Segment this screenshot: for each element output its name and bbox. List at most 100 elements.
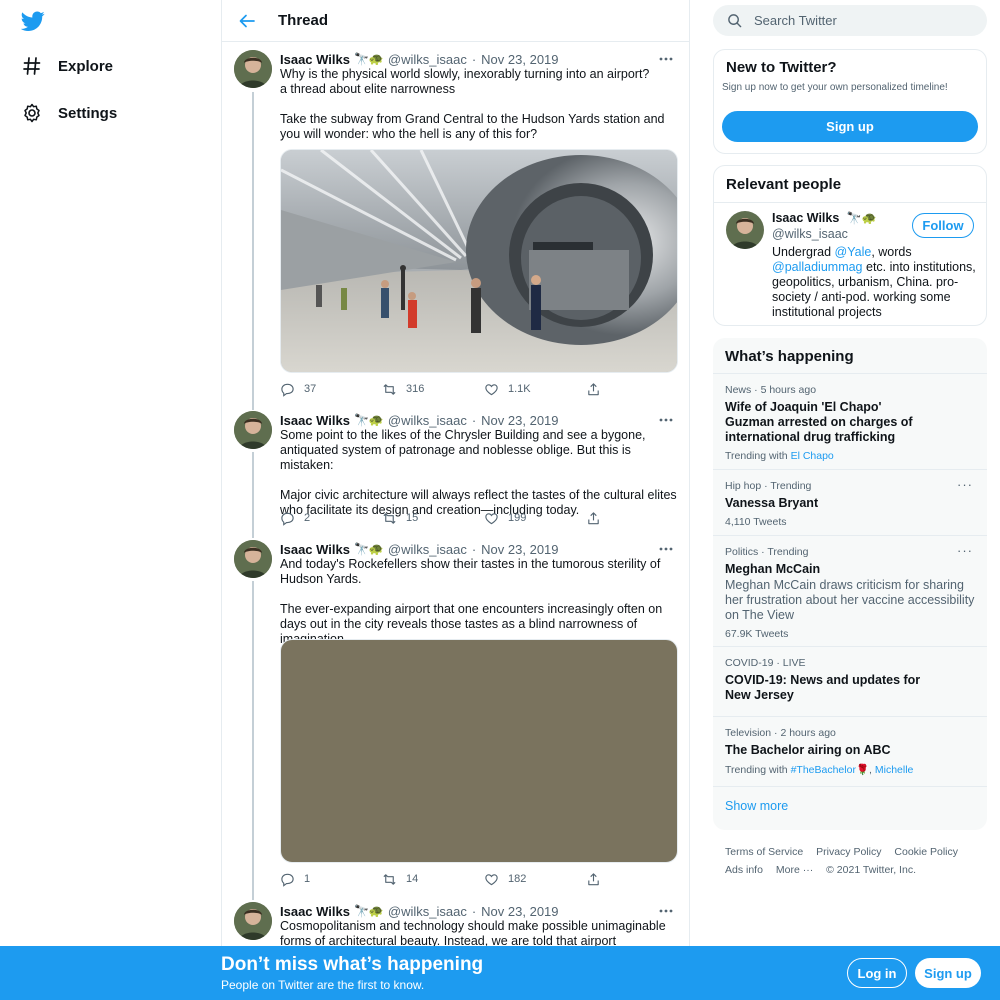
main-column: Thread Isaac Wilks 🔭🐢 @wilks_isaac · Nov…	[221, 0, 690, 1000]
tweet-date[interactable]: Nov 23, 2019	[481, 904, 558, 919]
more-icon[interactable]: ···	[957, 477, 973, 492]
footer-link-cookie[interactable]: Cookie Policy	[894, 846, 958, 858]
reply-button[interactable]: 1	[280, 872, 382, 887]
tweet[interactable]: Isaac Wilks 🔭🐢 @wilks_isaac · Nov 23, 20…	[222, 540, 689, 890]
like-count: 1.1K	[508, 383, 531, 395]
like-button[interactable]: 1.1K	[484, 382, 586, 397]
reply-icon	[281, 512, 294, 526]
avatar[interactable]	[726, 211, 764, 249]
more-icon[interactable]: ···	[957, 543, 973, 558]
share-button[interactable]	[586, 872, 616, 887]
more-icon[interactable]	[657, 540, 675, 558]
like-button[interactable]: 182	[484, 872, 586, 887]
tweet[interactable]: Isaac Wilks 🔭🐢 @wilks_isaac · Nov 23, 20…	[222, 411, 689, 531]
left-nav: Explore Settings	[0, 0, 222, 1000]
footer-link-terms[interactable]: Terms of Service	[725, 846, 803, 858]
trend-item[interactable]: Television · 2 hours ago The Bachelor ai…	[713, 716, 987, 786]
tweet-photo-placeholder[interactable]	[280, 639, 678, 863]
author-handle[interactable]: @wilks_isaac	[388, 52, 467, 67]
signup-card-title: New to Twitter?	[726, 59, 837, 76]
reply-button[interactable]: 37	[280, 382, 382, 397]
author-name[interactable]: Isaac Wilks	[280, 542, 350, 557]
avatar[interactable]	[234, 411, 272, 449]
bio-mention-link[interactable]: @palladiummag	[772, 260, 863, 274]
avatar[interactable]	[234, 902, 272, 940]
author-name[interactable]: Isaac Wilks	[280, 413, 350, 428]
nav-item-explore[interactable]: Explore	[22, 56, 113, 76]
author-name[interactable]: Isaac Wilks	[280, 904, 350, 919]
tweet-paragraph: And today's Rockefellers show their tast…	[280, 557, 661, 586]
retweet-button[interactable]: 316	[382, 382, 484, 397]
tweet-date[interactable]: Nov 23, 2019	[481, 413, 558, 428]
gear-icon	[22, 103, 42, 123]
author-handle[interactable]: @wilks_isaac	[388, 542, 467, 557]
trend-link[interactable]: El Chapo	[791, 450, 834, 462]
back-arrow-icon[interactable]	[238, 12, 256, 30]
trend-link[interactable]: Michelle	[875, 764, 914, 776]
footer-link-privacy[interactable]: Privacy Policy	[816, 846, 881, 858]
relevant-person[interactable]: Isaac Wilks 🔭🐢 @wilks_isaac Follow Under…	[714, 202, 986, 322]
trend-item[interactable]: Hip hop · Trending Vanessa Bryant 4,110 …	[713, 469, 987, 535]
separator-dot: ·	[471, 903, 477, 919]
person-bio: Undergrad @Yale, words @palladiummag etc…	[772, 245, 976, 320]
share-icon	[588, 511, 599, 524]
retweet-button[interactable]: 14	[382, 872, 484, 887]
tweet-date[interactable]: Nov 23, 2019	[481, 542, 558, 557]
heart-icon	[485, 873, 498, 885]
twitter-logo-icon[interactable]	[20, 9, 45, 33]
heart-icon	[485, 512, 498, 524]
person-emoji: 🔭🐢	[846, 211, 877, 225]
more-icon[interactable]	[657, 411, 675, 429]
nav-item-settings[interactable]: Settings	[22, 103, 117, 123]
footer-link-more[interactable]: More ···	[776, 864, 813, 876]
footer-links: Terms of Service Privacy Policy Cookie P…	[725, 843, 987, 879]
tweet-paragraph: Cosmopolitanism and technology should ma…	[280, 919, 666, 946]
person-name[interactable]: Isaac Wilks	[772, 211, 839, 225]
trend-item[interactable]: Politics · Trending Meghan McCain Meghan…	[713, 535, 987, 646]
page-title: Thread	[278, 12, 329, 29]
reply-count: 37	[304, 383, 317, 395]
author-emoji: 🔭🐢	[353, 542, 384, 556]
retweet-button[interactable]: 15	[382, 511, 484, 526]
footer-link-ads[interactable]: Ads info	[725, 864, 763, 876]
tweet-date[interactable]: Nov 23, 2019	[481, 52, 558, 67]
like-button[interactable]: 199	[484, 511, 586, 526]
bio-mention-link[interactable]: @Yale	[835, 245, 872, 259]
search-icon	[728, 14, 742, 28]
share-button[interactable]	[586, 511, 616, 526]
person-handle[interactable]: @wilks_isaac	[772, 227, 848, 241]
tweet-photo-subway-station[interactable]	[280, 149, 678, 373]
tweet-actions: 37 316 1.1K	[280, 380, 620, 398]
share-button[interactable]	[586, 382, 616, 397]
signup-card: New to Twitter? Sign up now to get your …	[713, 49, 987, 154]
more-icon[interactable]	[657, 50, 675, 68]
like-count: 199	[508, 512, 527, 524]
author-name[interactable]: Isaac Wilks	[280, 52, 350, 67]
author-emoji: 🔭🐢	[353, 413, 384, 427]
login-button[interactable]: Log in	[847, 958, 907, 988]
trend-item[interactable]: News · 5 hours ago Wife of Joaquin 'El C…	[713, 373, 987, 469]
signup-button[interactable]: Sign up	[722, 111, 978, 142]
signup-button[interactable]: Sign up	[915, 958, 981, 988]
tweet[interactable]: Isaac Wilks 🔭🐢 @wilks_isaac · Nov 23, 20…	[222, 902, 689, 946]
trend-title: COVID-19: News and updates for New Jerse…	[725, 673, 921, 702]
like-count: 182	[508, 873, 527, 885]
follow-button[interactable]: Follow	[912, 213, 974, 238]
show-more-link[interactable]: Show more	[713, 786, 987, 825]
avatar[interactable]	[234, 50, 272, 88]
retweet-count: 15	[406, 512, 419, 524]
trend-description: Meghan McCain draws criticism for sharin…	[725, 578, 975, 622]
avatar[interactable]	[234, 540, 272, 578]
trend-item[interactable]: COVID-19 · LIVE COVID-19: News and updat…	[713, 646, 987, 716]
trend-link[interactable]: #TheBachelor	[791, 764, 856, 776]
more-icon[interactable]	[657, 902, 675, 920]
tweet[interactable]: Isaac Wilks 🔭🐢 @wilks_isaac · Nov 23, 20…	[222, 50, 689, 400]
search-input[interactable]: Search Twitter	[713, 5, 987, 36]
author-handle[interactable]: @wilks_isaac	[388, 413, 467, 428]
share-icon	[588, 872, 599, 885]
tweet-header: Isaac Wilks 🔭🐢 @wilks_isaac · Nov 23, 20…	[280, 50, 675, 68]
trend-title: The Bachelor airing on ABC	[725, 743, 891, 757]
hashtag-icon	[22, 56, 42, 76]
author-handle[interactable]: @wilks_isaac	[388, 904, 467, 919]
reply-button[interactable]: 2	[280, 511, 382, 526]
